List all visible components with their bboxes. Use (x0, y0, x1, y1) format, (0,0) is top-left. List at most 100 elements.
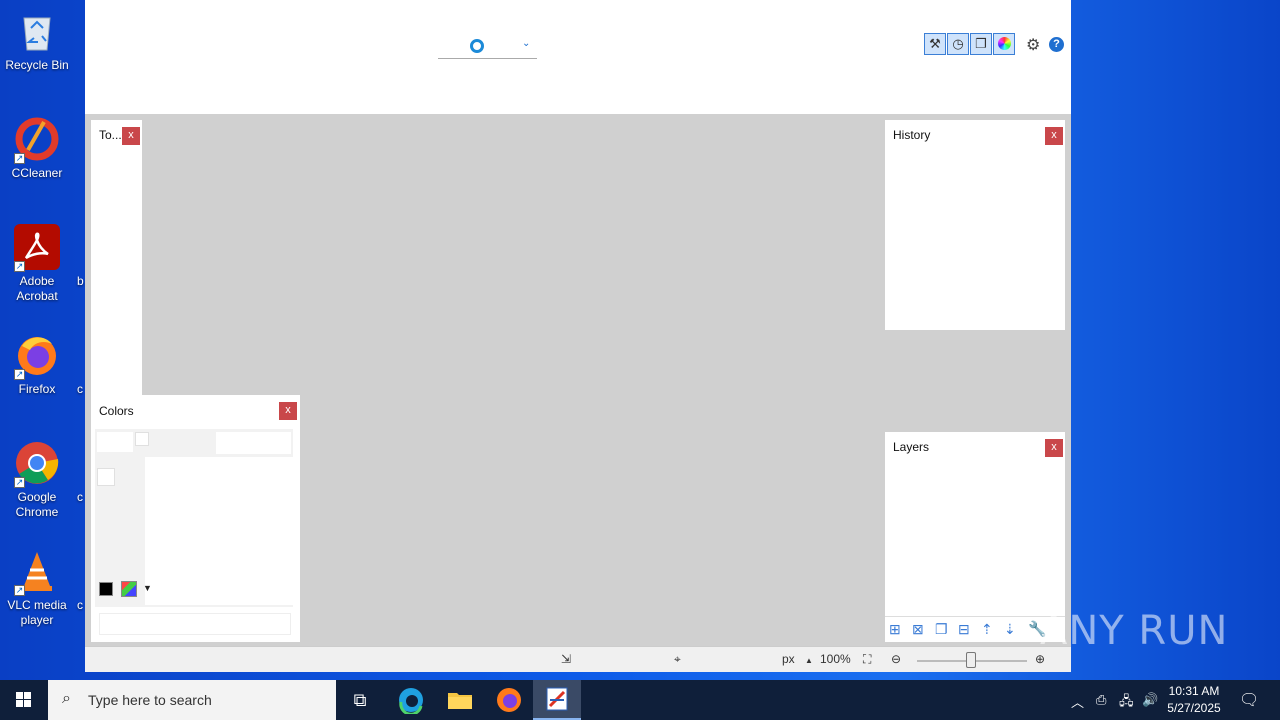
windows-logo-icon (16, 692, 31, 707)
zoom-in-icon[interactable]: ⊕ (1035, 652, 1045, 666)
partial-desktop-label: c (77, 598, 83, 612)
zoom-level-selector[interactable]: 100% (820, 652, 851, 666)
status-bar: ⇲ ⌖ px ▲ 100% ⛶ ⊖ ⊕ (85, 646, 1071, 672)
firefox-icon: ↗ (14, 332, 60, 380)
partial-desktop-label: b (77, 274, 84, 288)
color-swatch (135, 432, 149, 446)
layers-icon: ❐ (975, 36, 987, 51)
search-icon: ⌕ (62, 690, 71, 707)
add-layer-icon[interactable]: ⊞ (889, 621, 901, 638)
meet-now-icon[interactable]: ⎙ (1096, 692, 1106, 708)
chevron-down-icon: ⌄ (522, 38, 531, 49)
color-spectrum-area[interactable] (145, 457, 293, 605)
delete-layer-icon[interactable]: ⊠ (912, 621, 924, 638)
zoom-out-icon[interactable]: ⊖ (891, 652, 901, 666)
partial-desktop-label: c (77, 382, 83, 396)
history-panel-title: History (893, 128, 931, 142)
color-wheel-icon (997, 37, 1011, 50)
color-swatch (97, 432, 133, 452)
units-dropdown-arrow-icon[interactable]: ▲ (805, 656, 813, 665)
colors-panel-close-button[interactable]: x (279, 402, 297, 420)
partial-desktop-label: c (77, 490, 83, 504)
notifications-icon[interactable]: 🗨 (1239, 690, 1259, 710)
zoom-to-window-icon[interactable]: ⛶ (863, 652, 871, 667)
history-panel-close-button[interactable]: x (1045, 127, 1063, 145)
tools-toggle-button[interactable]: ⚒ (924, 33, 946, 55)
layers-panel-title: Layers (893, 440, 930, 454)
tool-picker-dropdown[interactable]: ⌄ (438, 34, 537, 59)
shortcut-arrow-icon: ↗ (14, 153, 25, 164)
network-icon[interactable]: 🖧 (1119, 692, 1134, 714)
layers-toolbar: ⊞ ⊠ ❐ ⊟ ⇡ ⇣ 🔧 (885, 616, 1065, 642)
canvas-workspace[interactable]: To... x Colors x ▼ History x Layers x ⊞ … (85, 114, 1071, 646)
tools-panel: To... x (91, 120, 142, 395)
layers-toggle-button[interactable]: ❐ (970, 33, 992, 55)
colors-toggle-button[interactable] (993, 33, 1015, 55)
edge-icon[interactable] (397, 686, 425, 716)
show-hidden-icons-chevron-icon[interactable]: ︿ (1071, 692, 1084, 711)
desktop-icon-google-chrome[interactable]: ↗ Google Chrome (0, 440, 74, 520)
desktop-icon-adobe-acrobat[interactable]: ↗ Adobe Acrobat (0, 224, 74, 304)
desktop-icon-vlc[interactable]: ↗ VLC media player (0, 548, 74, 628)
history-toggle-button[interactable]: ◷ (947, 33, 969, 55)
file-explorer-icon[interactable] (446, 686, 474, 714)
settings-gear-icon[interactable]: ⚙ (1026, 35, 1040, 55)
paint-app-icon (546, 687, 568, 711)
desktop-icon-label: VLC media player (7, 598, 67, 627)
desktop-icon-recycle-bin[interactable]: Recycle Bin (0, 8, 74, 73)
duplicate-layer-icon[interactable]: ❐ (935, 621, 948, 638)
desktop-icon-label: Recycle Bin (5, 58, 69, 72)
merge-layer-down-icon[interactable]: ⊟ (958, 621, 970, 638)
volume-icon[interactable]: 🔊 (1142, 692, 1158, 708)
paint-app-taskbar-button[interactable] (533, 680, 581, 720)
move-layer-down-icon[interactable]: ⇣ (1004, 621, 1016, 638)
zoom-slider-thumb[interactable] (966, 652, 976, 668)
desktop-icon-firefox[interactable]: ↗ Firefox (0, 332, 74, 397)
taskbar-clock[interactable]: 10:31 AM 5/27/2025 (1158, 683, 1230, 717)
primary-color-swatch[interactable] (99, 582, 113, 596)
chrome-icon: ↗ (14, 440, 60, 488)
ccleaner-icon: ↗ (14, 116, 60, 164)
cursor-position-icon: ⌖ (674, 652, 681, 666)
history-panel: History x (885, 120, 1065, 330)
colors-panel: Colors x ▼ (91, 395, 300, 642)
color-input-field[interactable] (99, 613, 291, 635)
layers-panel-close-button[interactable]: x (1045, 439, 1063, 457)
clock-icon: ◷ (952, 36, 964, 51)
palette-icon[interactable] (121, 581, 137, 597)
desktop-icon-ccleaner[interactable]: ↗ CCleaner (0, 116, 74, 181)
tools-panel-title: To... (99, 128, 122, 142)
desktop-icon-label: Google Chrome (15, 490, 59, 519)
units-selector[interactable]: px (782, 652, 795, 666)
task-view-icon[interactable]: ⧉ (346, 686, 374, 714)
desktop-icon-label: Firefox (18, 382, 56, 396)
layers-panel: Layers x ⊞ ⊠ ❐ ⊟ ⇡ ⇣ 🔧 (885, 432, 1065, 642)
taskbar-search-box[interactable]: ⌕ Type here to search (48, 680, 336, 720)
shortcut-arrow-icon: ↗ (14, 585, 25, 596)
move-layer-up-icon[interactable]: ⇡ (981, 621, 993, 638)
hammer-icon: ⚒ (929, 36, 941, 51)
color-picker-area[interactable]: ▼ (95, 429, 293, 607)
firefox-taskbar-icon[interactable] (495, 686, 523, 714)
selection-size-icon: ⇲ (561, 652, 572, 666)
desktop-icons: Recycle Bin ↗ CCleaner ↗ Adobe Acrobat ↗… (0, 0, 84, 680)
colors-panel-title: Colors (99, 404, 134, 418)
clock-date: 5/27/2025 (1167, 701, 1221, 715)
shortcut-arrow-icon: ↗ (14, 477, 25, 488)
app-window: ⌄ ⚒ ◷ ❐ ⚙ ? To... x Colors x ▼ History x… (85, 0, 1071, 672)
taskbar: ⌕ Type here to search ⧉ ︿ ⎙ 🖧 🔊 10:31 AM… (0, 680, 1280, 720)
recycle-bin-icon (14, 8, 60, 54)
tools-panel-close-button[interactable]: x (122, 127, 140, 145)
hex-color-field[interactable] (216, 432, 291, 454)
shortcut-arrow-icon: ↗ (14, 261, 25, 272)
start-button[interactable] (0, 680, 48, 720)
dropdown-arrow-icon[interactable]: ▼ (143, 583, 152, 593)
clock-time: 10:31 AM (1168, 684, 1220, 698)
search-placeholder: Type here to search (88, 692, 212, 708)
help-icon[interactable]: ? (1049, 37, 1064, 52)
desktop-icon-label: CCleaner (11, 166, 63, 180)
adobe-acrobat-icon: ↗ (14, 224, 60, 272)
app-toolbar: ⌄ ⚒ ◷ ❐ ⚙ ? (85, 0, 1071, 114)
desktop-icon-label: Adobe Acrobat (16, 274, 58, 303)
shortcut-arrow-icon: ↗ (14, 369, 25, 380)
